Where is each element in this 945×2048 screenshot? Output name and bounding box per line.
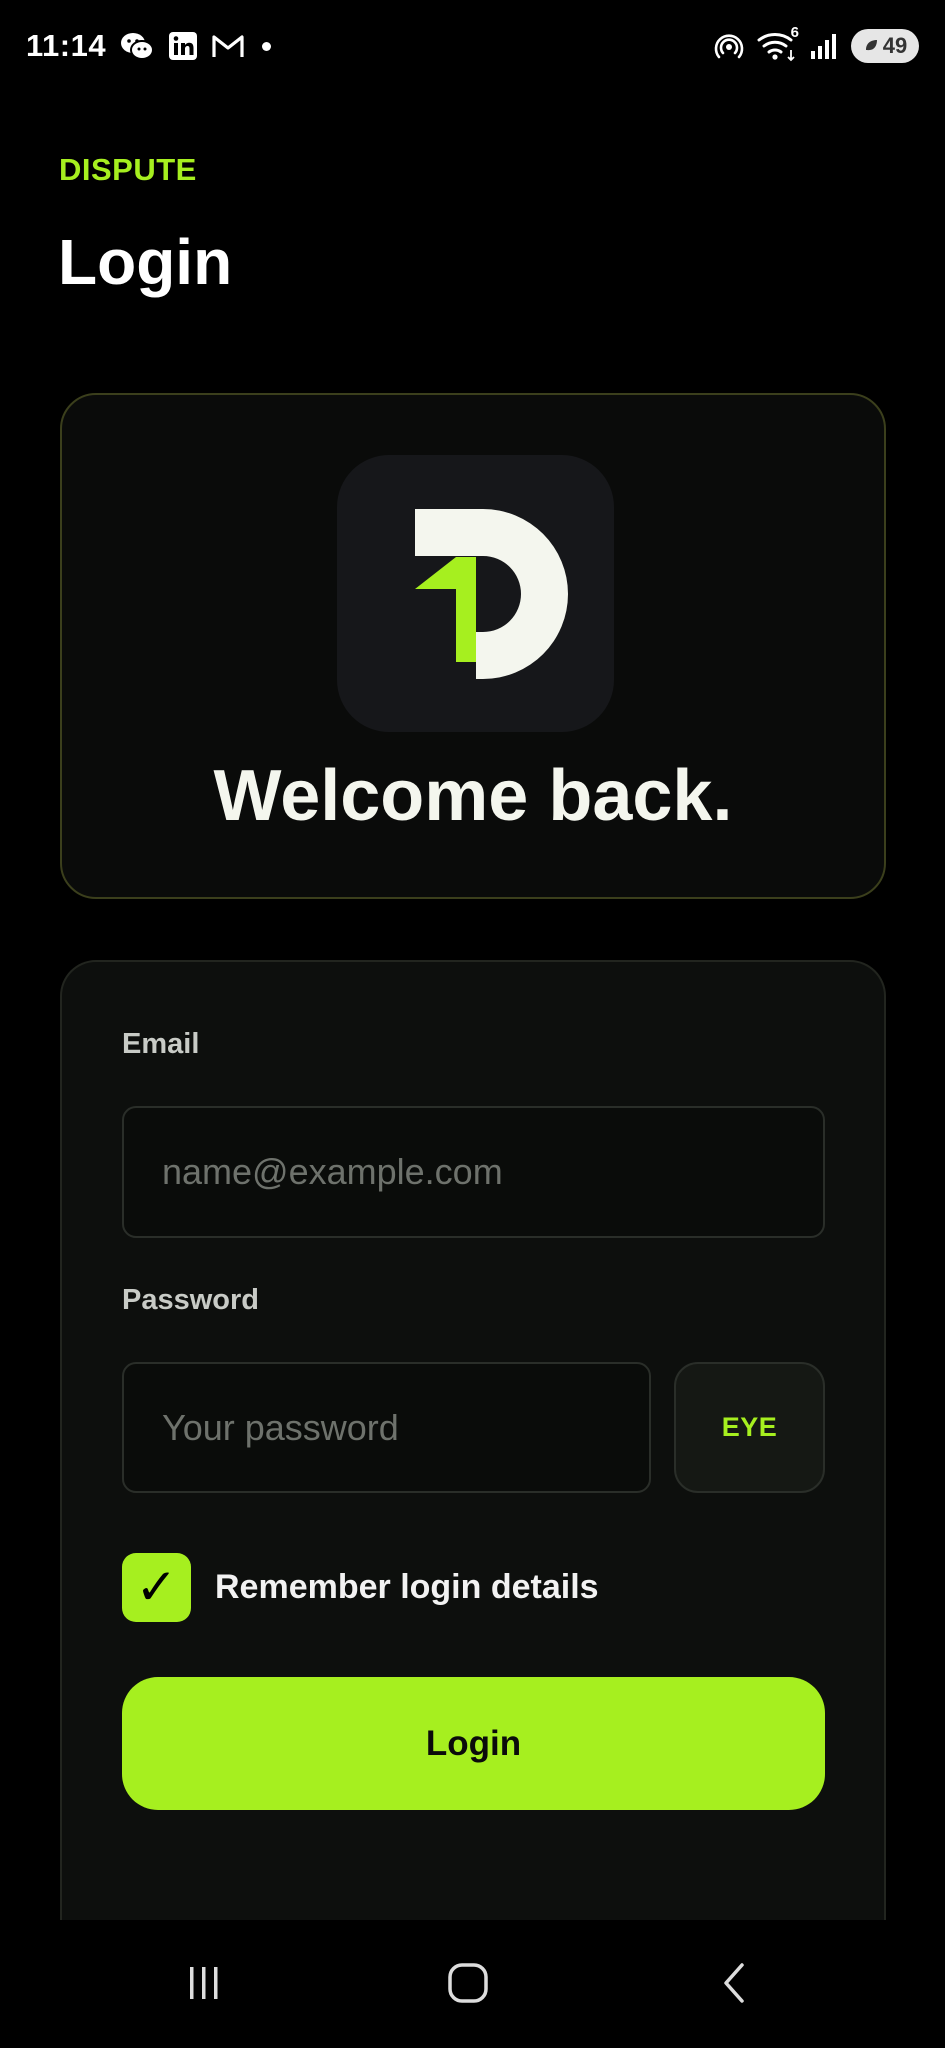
welcome-title: Welcome back. <box>213 756 733 836</box>
linkedin-icon <box>168 31 198 61</box>
password-input[interactable] <box>122 1362 651 1493</box>
login-screen: 11:14 6 49 DISPUTE Login Welcome back. E… <box>0 0 945 2048</box>
dispute-logo <box>337 455 614 732</box>
checkmark-icon: ✓ <box>135 1558 178 1616</box>
status-time: 11:14 <box>26 28 107 63</box>
battery-saver-icon <box>863 33 879 59</box>
gmail-icon <box>212 33 244 59</box>
welcome-card: Welcome back. <box>60 393 886 899</box>
recent-apps-icon[interactable] <box>164 1948 244 2018</box>
status-right: 6 49 <box>713 24 919 63</box>
brand-label: DISPUTE <box>59 152 197 187</box>
email-label: Email <box>122 1028 200 1060</box>
login-button[interactable]: Login <box>122 1677 825 1810</box>
remember-checkbox[interactable]: ✓ <box>122 1552 191 1622</box>
battery-level: 49 <box>882 33 908 58</box>
page-title: Login <box>58 226 233 298</box>
remember-label[interactable]: Remember login details <box>215 1568 599 1607</box>
show-password-button[interactable]: EYE <box>674 1362 825 1493</box>
hotspot-icon <box>713 30 745 62</box>
battery-indicator: 49 <box>851 29 919 63</box>
status-left: 11:14 <box>26 28 272 64</box>
navigation-bar <box>0 1920 945 2048</box>
wifi-icon: 6 <box>757 24 799 62</box>
wifi-badge: 6 <box>790 24 799 41</box>
login-form: Email Password EYE ✓ Remember login deta… <box>60 960 886 2000</box>
home-icon[interactable] <box>428 1948 508 2018</box>
notification-dot <box>262 41 272 51</box>
back-icon[interactable] <box>694 1948 774 2018</box>
status-bar: 11:14 6 49 <box>0 0 945 92</box>
email-input[interactable] <box>122 1106 825 1238</box>
wechat-icon <box>120 31 155 61</box>
dispute-logo-mark <box>414 508 568 679</box>
remember-row[interactable]: ✓ Remember login details <box>122 1552 599 1622</box>
signal-icon <box>809 31 839 61</box>
password-label: Password <box>122 1284 259 1316</box>
